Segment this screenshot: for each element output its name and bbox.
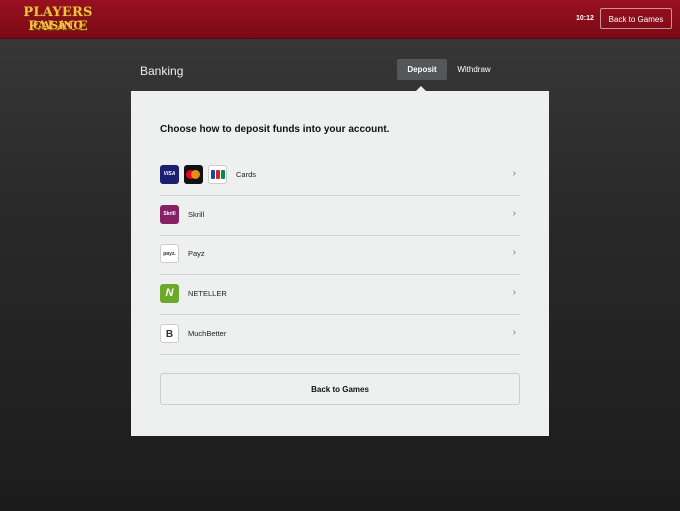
muchbetter-icon: B (160, 324, 179, 343)
payz-icon: payz. (160, 244, 179, 263)
payment-method-label: Cards (236, 170, 257, 179)
payment-method-payz[interactable]: payz. Payz › (160, 235, 520, 275)
chevron-right-icon: › (512, 247, 516, 258)
chevron-right-icon: › (512, 327, 516, 338)
payment-method-skrill[interactable]: Skrill Skrill › (160, 196, 520, 236)
tab-deposit[interactable]: Deposit (397, 59, 447, 80)
payment-method-label: Skrill (188, 210, 205, 219)
visa-icon: VISA (160, 165, 179, 184)
chevron-right-icon: › (512, 208, 516, 219)
neteller-icon: N (160, 284, 179, 303)
chevron-right-icon: › (512, 287, 516, 298)
payment-method-label: NETELLER (188, 289, 227, 298)
payment-method-neteller[interactable]: N NETELLER › (160, 275, 520, 315)
mastercard-icon (184, 165, 203, 184)
jcb-icon (208, 165, 227, 184)
page-title: Banking (140, 64, 184, 78)
deposit-panel: Choose how to deposit funds into your ac… (131, 91, 549, 436)
payment-method-label: Payz (188, 249, 205, 258)
deposit-heading: Choose how to deposit funds into your ac… (160, 124, 390, 135)
payment-method-muchbetter[interactable]: B MuchBetter › (160, 315, 520, 355)
back-to-games-button[interactable]: Back to Games (160, 373, 520, 405)
players-palace-logo[interactable]: PLAYERS PALACE CASINO (8, 6, 108, 34)
tab-withdraw[interactable]: Withdraw (450, 59, 498, 80)
header-back-to-games-button[interactable]: Back to Games (600, 8, 672, 29)
payment-method-cards[interactable]: VISA Cards › (160, 156, 520, 196)
top-bar: PLAYERS PALACE CASINO 10:12 Back to Game… (0, 0, 680, 39)
clock: 10:12 (576, 15, 594, 22)
payment-method-label: MuchBetter (188, 329, 227, 338)
logo-line2: CASINO (32, 19, 83, 32)
chevron-right-icon: › (512, 168, 516, 179)
skrill-icon: Skrill (160, 205, 179, 224)
